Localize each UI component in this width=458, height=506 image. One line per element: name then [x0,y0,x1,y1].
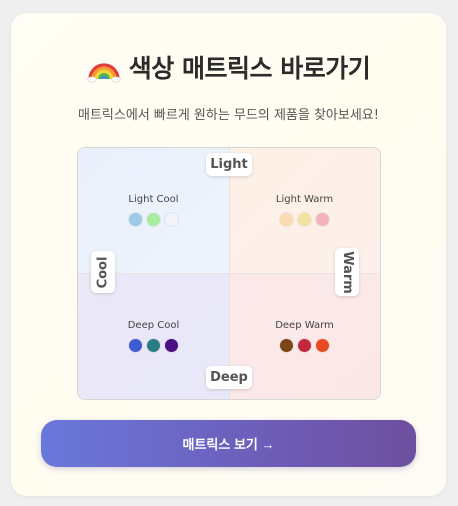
page-title: 색상 매트릭스 바로가기 [128,54,371,83]
color-swatch [280,213,293,226]
rainbow-icon [86,63,121,83]
color-swatch [298,213,311,226]
quadrant-label: Deep Warm [275,319,334,331]
color-swatch [280,338,293,352]
color-swatch [165,338,178,352]
header: 색상 매트릭스 바로가기 [11,49,446,85]
color-matrix[interactable]: Light Cool Light Warm Deep Cool Deep War… [77,147,381,400]
quadrant-label: Deep Cool [127,319,180,331]
color-swatch [129,213,142,226]
color-swatch [316,213,329,226]
axis-label-cool: Cool [91,251,115,293]
color-swatch [298,338,311,352]
quadrant-label: Light Cool [128,194,179,205]
axis-label-light: Light [206,153,252,176]
swatch-group [229,338,380,352]
axis-label-deep: Deep [206,366,252,389]
swatch-group [78,213,229,226]
color-swatch [316,338,329,352]
quadrant-label: Light Warm [275,194,334,205]
swatch-group [78,338,229,352]
color-swatch [147,338,160,352]
color-matrix-card: 색상 매트릭스 바로가기 매트릭스에서 빠르게 원하는 무드의 제품을 찾아보세… [11,13,446,496]
axis-label-warm: Warm [335,248,359,296]
subtitle: 매트릭스에서 빠르게 원하는 무드의 제품을 찾아보세요! [78,108,379,123]
swatch-group [229,213,380,226]
color-swatch [165,213,178,226]
color-swatch [129,338,142,352]
color-swatch [147,213,160,226]
view-matrix-button[interactable]: 매트릭스 보기 → [41,420,416,467]
